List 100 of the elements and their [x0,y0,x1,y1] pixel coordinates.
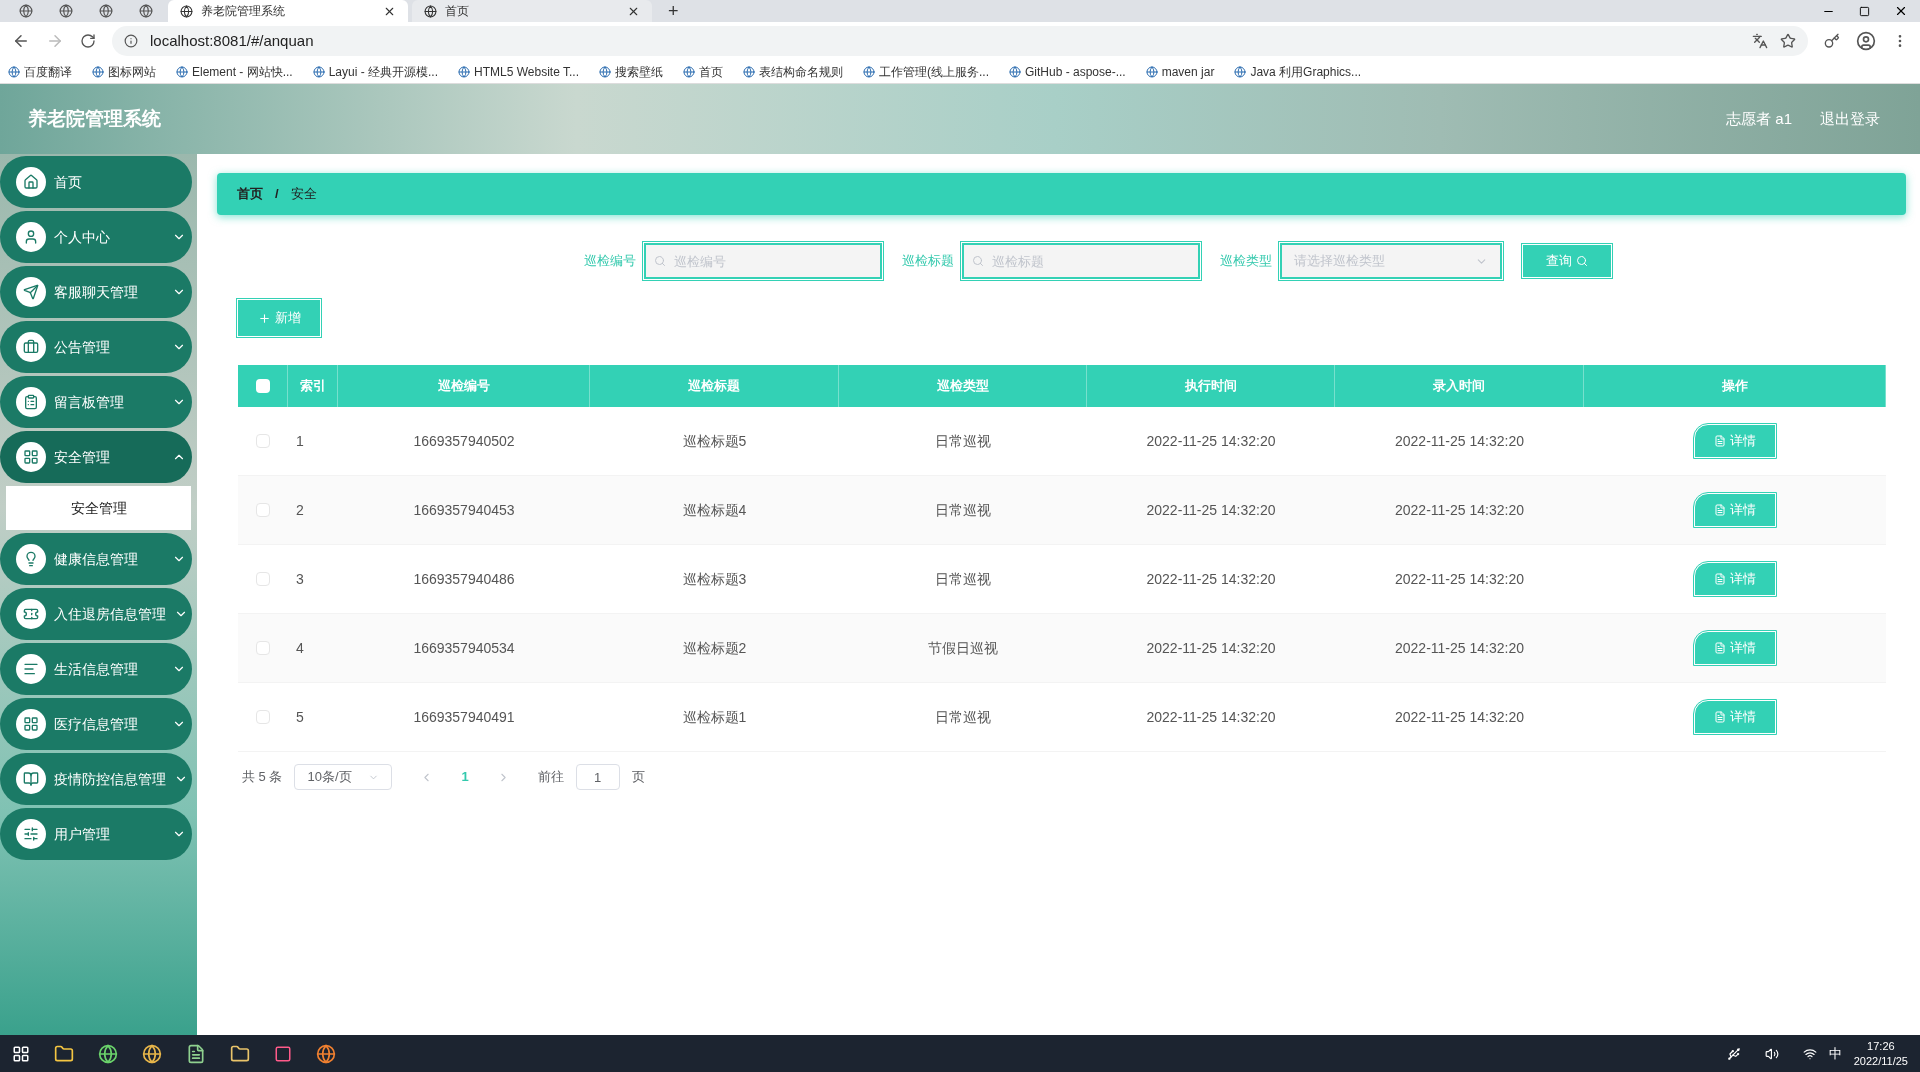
row-checkbox[interactable] [256,434,270,448]
globe-icon [1234,65,1247,78]
bookmark-link[interactable]: 首页 [683,62,723,81]
field-label: 巡检标题 [901,252,954,271]
bookmark-link[interactable]: GitHub - aspose-... [1009,62,1126,81]
close-icon[interactable] [1894,4,1908,18]
table-cell-text: 2022-11-25 14:32:20 [1395,638,1524,658]
breadcrumb-link[interactable]: 首页 [237,184,263,204]
goto-unit: 页 [631,768,645,787]
sidebar-menu-item[interactable]: 客服聊天管理 [0,266,192,318]
clipboard-icon [16,387,46,417]
app-icon[interactable] [274,1044,292,1063]
table-cell-text: 1669357940453 [413,500,515,520]
sidebar-menu-item[interactable]: 首页 [0,156,192,208]
bookmark-star-icon[interactable] [1780,33,1796,49]
sidebar-menu-item[interactable]: 公告管理 [0,321,192,373]
bookmark-link[interactable]: Element - 网站快... [176,62,293,81]
bookmark-link[interactable]: Java 利用Graphics... [1234,62,1362,81]
table-cell-text: 2 [296,500,304,520]
table-cell-text: 节假日巡视 [928,638,998,658]
table-cell-text: 日常巡视 [935,431,991,451]
sidebar-menu-item[interactable]: 生活信息管理 [0,643,192,695]
browser-tab[interactable]: 首页 [412,0,652,22]
document-icon [1714,711,1726,723]
sidebar-menu-item[interactable]: 留言板管理 [0,376,192,428]
start-icon[interactable] [12,1044,30,1063]
bookmark-link[interactable]: 百度翻译 [8,62,72,81]
restore-icon[interactable] [1859,5,1870,17]
key-icon[interactable] [1824,33,1840,49]
bookmark-link[interactable]: 图标网站 [92,62,156,81]
table-cell-text: 1669357940486 [413,569,515,589]
sidebar-menu-item[interactable]: 个人中心 [0,211,192,263]
row-checkbox[interactable] [256,503,270,517]
app-icon[interactable] [230,1043,250,1064]
document-icon [1714,504,1726,516]
breadcrumb-separator: / [275,185,279,204]
table-cell-text: 日常巡视 [935,569,991,589]
table-cell-text: 3 [296,569,304,589]
select-all-checkbox[interactable] [255,379,270,393]
volume-icon[interactable] [1764,1046,1779,1061]
folder-icon[interactable] [54,1043,74,1064]
table-cell-text: 2022-11-25 14:32:20 [1146,569,1276,589]
globe-icon [180,4,193,18]
usb-icon [1726,1046,1741,1061]
clock[interactable]: 17:26 2022/11/25 [1853,1038,1908,1069]
app-icon[interactable] [316,1043,336,1064]
sidebar-menu-item[interactable]: 健康信息管理 [0,533,192,585]
browser-icon[interactable] [142,1043,162,1064]
globe-icon [139,4,153,18]
globe-icon [312,65,325,78]
back-icon[interactable] [12,32,30,50]
page-size-select[interactable]: 10条/页 [294,764,393,790]
url-text: localhost:8081/#/anquan [150,30,315,51]
bookmark-link[interactable]: 搜索壁纸 [599,62,663,81]
globe-icon [176,65,188,78]
search-icon [653,255,666,267]
table-cell-text: 2022-11-25 14:32:20 [1395,500,1524,520]
field-label: 巡检类型 [1219,252,1272,271]
sidebar-menu-item[interactable]: 入住退房信息管理 [0,588,192,640]
table-cell-text: 巡检标题3 [682,569,747,589]
row-checkbox[interactable] [256,710,270,724]
bookmark-link[interactable]: 表结构命名规则 [743,62,843,81]
bookmark-link[interactable]: HTML5 Website T... [458,62,579,81]
home-icon [16,167,46,197]
profile-icon[interactable] [1856,31,1876,51]
new-tab-button[interactable]: + [656,0,691,22]
list-icon [16,654,46,684]
document-icon [1714,573,1726,585]
table-cell-text: 巡检标题1 [682,707,747,727]
globe-icon [599,65,611,78]
globe-icon [743,65,755,78]
row-checkbox[interactable] [256,641,270,655]
bookmark-link[interactable]: 工作管理(线上服务... [863,62,989,81]
table-cell-text: 1669357940502 [413,431,515,451]
bookmark-link[interactable]: maven jar [1145,62,1215,81]
row-checkbox[interactable] [256,572,270,586]
globe-icon [1009,65,1021,78]
reload-icon[interactable] [80,33,96,49]
submenu-item[interactable]: 安全管理 [6,486,191,530]
grid-icon [16,442,46,472]
address-bar[interactable]: localhost:8081/#/anquan [112,26,1808,56]
search-icon [1575,255,1588,267]
input-method-indicator[interactable]: 中 [1828,1043,1842,1064]
globe-icon[interactable] [98,1043,118,1064]
translate-icon[interactable] [1752,33,1768,49]
network-icon[interactable] [1802,1046,1817,1061]
app-title: 养老院管理系统 [28,106,162,131]
sidebar-menu-item[interactable]: 医疗信息管理 [0,698,192,750]
sidebar-menu-item[interactable]: 疫情防控信息管理 [0,753,192,805]
bookmark-link[interactable]: Layui - 经典开源模... [312,62,439,81]
sidebar-menu-item[interactable]: 安全管理 [0,431,192,483]
table-cell-text: 日常巡视 [935,500,991,520]
tab-title: 首页 [445,3,470,20]
table-cell-text: 巡检标题4 [682,500,747,520]
sidebar-menu-item[interactable]: 用户管理 [0,808,192,860]
table-cell-text: 1 [296,431,304,451]
goto-page-field[interactable]: 1 [575,764,620,790]
table-cell-text: 巡检标题5 [682,431,747,451]
document-icon[interactable] [186,1043,206,1064]
browser-tab[interactable]: 养老院管理系统 [168,0,408,22]
